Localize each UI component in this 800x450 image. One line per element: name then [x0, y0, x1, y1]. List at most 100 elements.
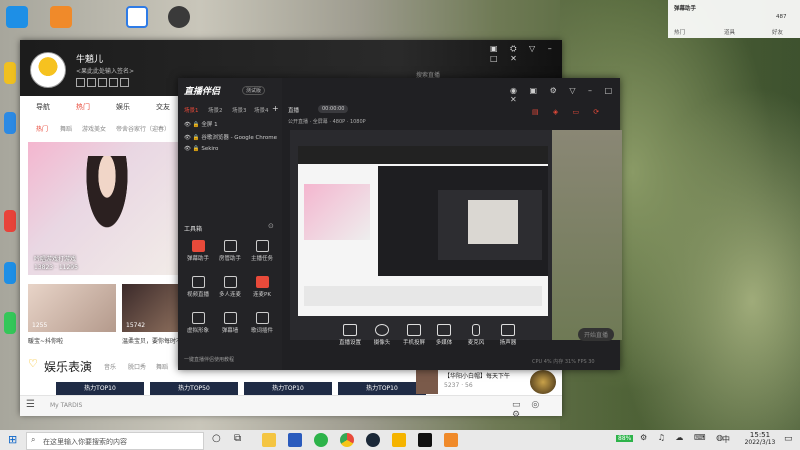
qq-icon[interactable] [6, 6, 28, 28]
panel-item[interactable]: 好友 [772, 28, 783, 36]
scene-tab[interactable]: 场景4 [254, 106, 269, 114]
section-tab[interactable]: 音乐 [104, 362, 116, 371]
speaker-button[interactable]: 扬声器 [494, 324, 522, 346]
preview-canvas[interactable] [290, 130, 622, 340]
battery-indicator[interactable]: 88% [616, 435, 634, 442]
tool-icon [191, 312, 205, 324]
username: 牛魈儿 [76, 55, 104, 65]
media-button[interactable]: 多媒体 [430, 324, 458, 346]
tool-button[interactable]: 房管助手 [214, 240, 246, 262]
search-placeholder: 在这里输入你要搜索的内容 [43, 438, 127, 446]
clock[interactable]: 15:51 2022/3/13 [742, 431, 778, 446]
featured-stream-card[interactable]: 吟唱游戏打游戏 13823 · 11295 [28, 142, 179, 275]
section-title: 娱乐表演 [44, 360, 93, 374]
app-taskbar-icon[interactable] [418, 433, 432, 447]
thumb-caption: 暖宝~抖你啦 [28, 338, 64, 345]
stream-thumb[interactable]: 15742 [122, 284, 180, 332]
main-area: 直播 00:00:00 公开直播 · 全屏幕 · 480P · 1080P ◉ … [282, 78, 622, 370]
live-item-title[interactable]: 【华阳小白帽】每天下午 [444, 371, 544, 380]
tab-nav[interactable]: 导航 [36, 102, 50, 112]
tool-button[interactable]: 弹幕墙 [214, 312, 246, 334]
source-item[interactable]: 👁 🔒 谷歌浏览器 - Google Chrome [184, 133, 280, 141]
tool-button[interactable]: 弹幕助手 [182, 240, 214, 262]
scene-tab[interactable]: 场景2 [208, 106, 223, 114]
tray-icons[interactable]: ⚙ ♫ ☁ ⌨ ◍ [640, 433, 727, 442]
nested-card [304, 184, 370, 240]
taskbar-search[interactable]: ⌕ 在这里输入你要搜索的内容 [26, 432, 204, 450]
app-icon[interactable] [50, 6, 72, 28]
desktop-icon-side[interactable] [4, 112, 16, 134]
desktop-icon-side[interactable] [4, 62, 16, 84]
danmaku-panel: 弹幕助手 487 热门 道具 好友 [668, 0, 800, 38]
live-app-taskbar-icon[interactable] [444, 433, 458, 447]
phone-cast-button[interactable]: 手机投屏 [400, 324, 428, 346]
tool-button[interactable]: 视频直播 [182, 276, 214, 298]
tab-ent[interactable]: 娱乐 [116, 102, 130, 112]
rank-strip[interactable]: 热力TOP10 [244, 382, 332, 396]
app-taskbar-icon[interactable] [392, 433, 406, 447]
tool-icon [223, 312, 237, 324]
file-explorer-icon[interactable] [262, 433, 276, 447]
bottom-actions[interactable]: ▭ ◎ ⚙ [512, 400, 562, 420]
microphone-icon [472, 324, 480, 336]
source-item[interactable]: 👁 🔒 Sekiro [184, 146, 218, 152]
rank-strip[interactable]: 热力TOP50 [150, 382, 238, 396]
window-controls[interactable]: ◉ ▣ ⚙ ▽ – □ ✕ [510, 86, 620, 104]
tool-button[interactable]: 虚拟形象 [182, 312, 214, 334]
tool-button[interactable]: 歌词插件 [246, 312, 278, 334]
desktop-icon-side[interactable] [4, 210, 16, 232]
app-logo: 直播伴侣 [184, 87, 221, 97]
section-tab[interactable]: 舞蹈 [156, 362, 168, 371]
rank-strip[interactable]: 热力TOP10 [56, 382, 144, 396]
camera-button[interactable]: 摄像头 [368, 324, 396, 346]
panel-title: 弹幕助手 [674, 6, 697, 12]
steam-taskbar-icon[interactable] [366, 433, 380, 447]
panel-item[interactable]: 道具 [724, 28, 735, 36]
steam-icon[interactable] [168, 6, 190, 28]
tutorial-link[interactable]: 一键直播伴侣使用教程 [184, 356, 234, 363]
stream-thumb[interactable]: 1255 [28, 284, 116, 332]
subtab[interactable]: 帝舍谷家行（迎春） [116, 124, 176, 133]
tool-button[interactable]: 多人连麦 [214, 276, 246, 298]
ime-indicator[interactable]: 中 [722, 434, 730, 445]
signature[interactable]: <果此此处输入签名> [76, 66, 134, 75]
word-icon[interactable] [288, 433, 302, 447]
start-live-button[interactable]: 开始直播 [578, 328, 615, 341]
scene-tab[interactable]: 场景1 [184, 106, 199, 114]
notification-icon[interactable]: ▭ [784, 434, 793, 444]
live-settings-button[interactable]: 直播设置 [336, 324, 364, 346]
tab-social[interactable]: 交友 [156, 102, 170, 112]
tab-hot[interactable]: 热门 [76, 102, 90, 112]
panel-item[interactable]: 热门 [674, 28, 685, 36]
live-tab[interactable]: 直播 [288, 106, 299, 114]
start-icon[interactable]: ⊞ [8, 433, 17, 446]
wechat-icon[interactable] [314, 433, 328, 447]
microphone-button[interactable]: 麦克风 [462, 324, 490, 346]
tool-button[interactable]: 主播任务 [246, 240, 278, 262]
desktop-icon-side[interactable] [4, 262, 16, 284]
cortana-icon[interactable]: ○ [212, 433, 221, 444]
live-item-thumb[interactable] [416, 370, 438, 394]
chrome-icon[interactable] [340, 433, 354, 447]
subtab[interactable]: 游戏美女 [82, 124, 106, 133]
quick-actions[interactable]: ▤ ◈ ▭ ⟳ [532, 108, 605, 116]
desktop-icon-side[interactable] [4, 312, 16, 334]
rank-strip[interactable]: 热力TOP10 [338, 382, 426, 396]
taskbar: ⊞ ⌕ 在这里输入你要搜索的内容 ○ ⧉ 88% ⚙ ♫ ☁ ⌨ ◍ 中 15:… [0, 430, 800, 450]
add-scene-icon[interactable]: + [272, 104, 279, 113]
more-icon[interactable]: ⊙ [268, 222, 274, 230]
feishu-icon[interactable] [126, 6, 148, 28]
task-view-icon[interactable]: ⧉ [234, 433, 241, 444]
tool-icon [223, 240, 237, 252]
subtab[interactable]: 热门 [36, 124, 48, 133]
avatar[interactable] [30, 52, 66, 88]
menu-icon[interactable]: ☰ [26, 399, 35, 410]
subtab[interactable]: 舞蹈 [60, 124, 72, 133]
status-tags: 公开直播 · 全屏幕 · 480P · 1080P [288, 119, 366, 125]
source-item[interactable]: 👁 🔒 全屏 1 [184, 120, 218, 128]
scene-tab[interactable]: 场景3 [232, 106, 247, 114]
nested-dark [378, 166, 548, 276]
window-controls[interactable]: ▣ ⛭ ▽ – □ ✕ [490, 44, 562, 63]
tool-button[interactable]: 连麦PK [246, 276, 278, 298]
section-tab[interactable]: 脱口秀 [128, 362, 146, 371]
